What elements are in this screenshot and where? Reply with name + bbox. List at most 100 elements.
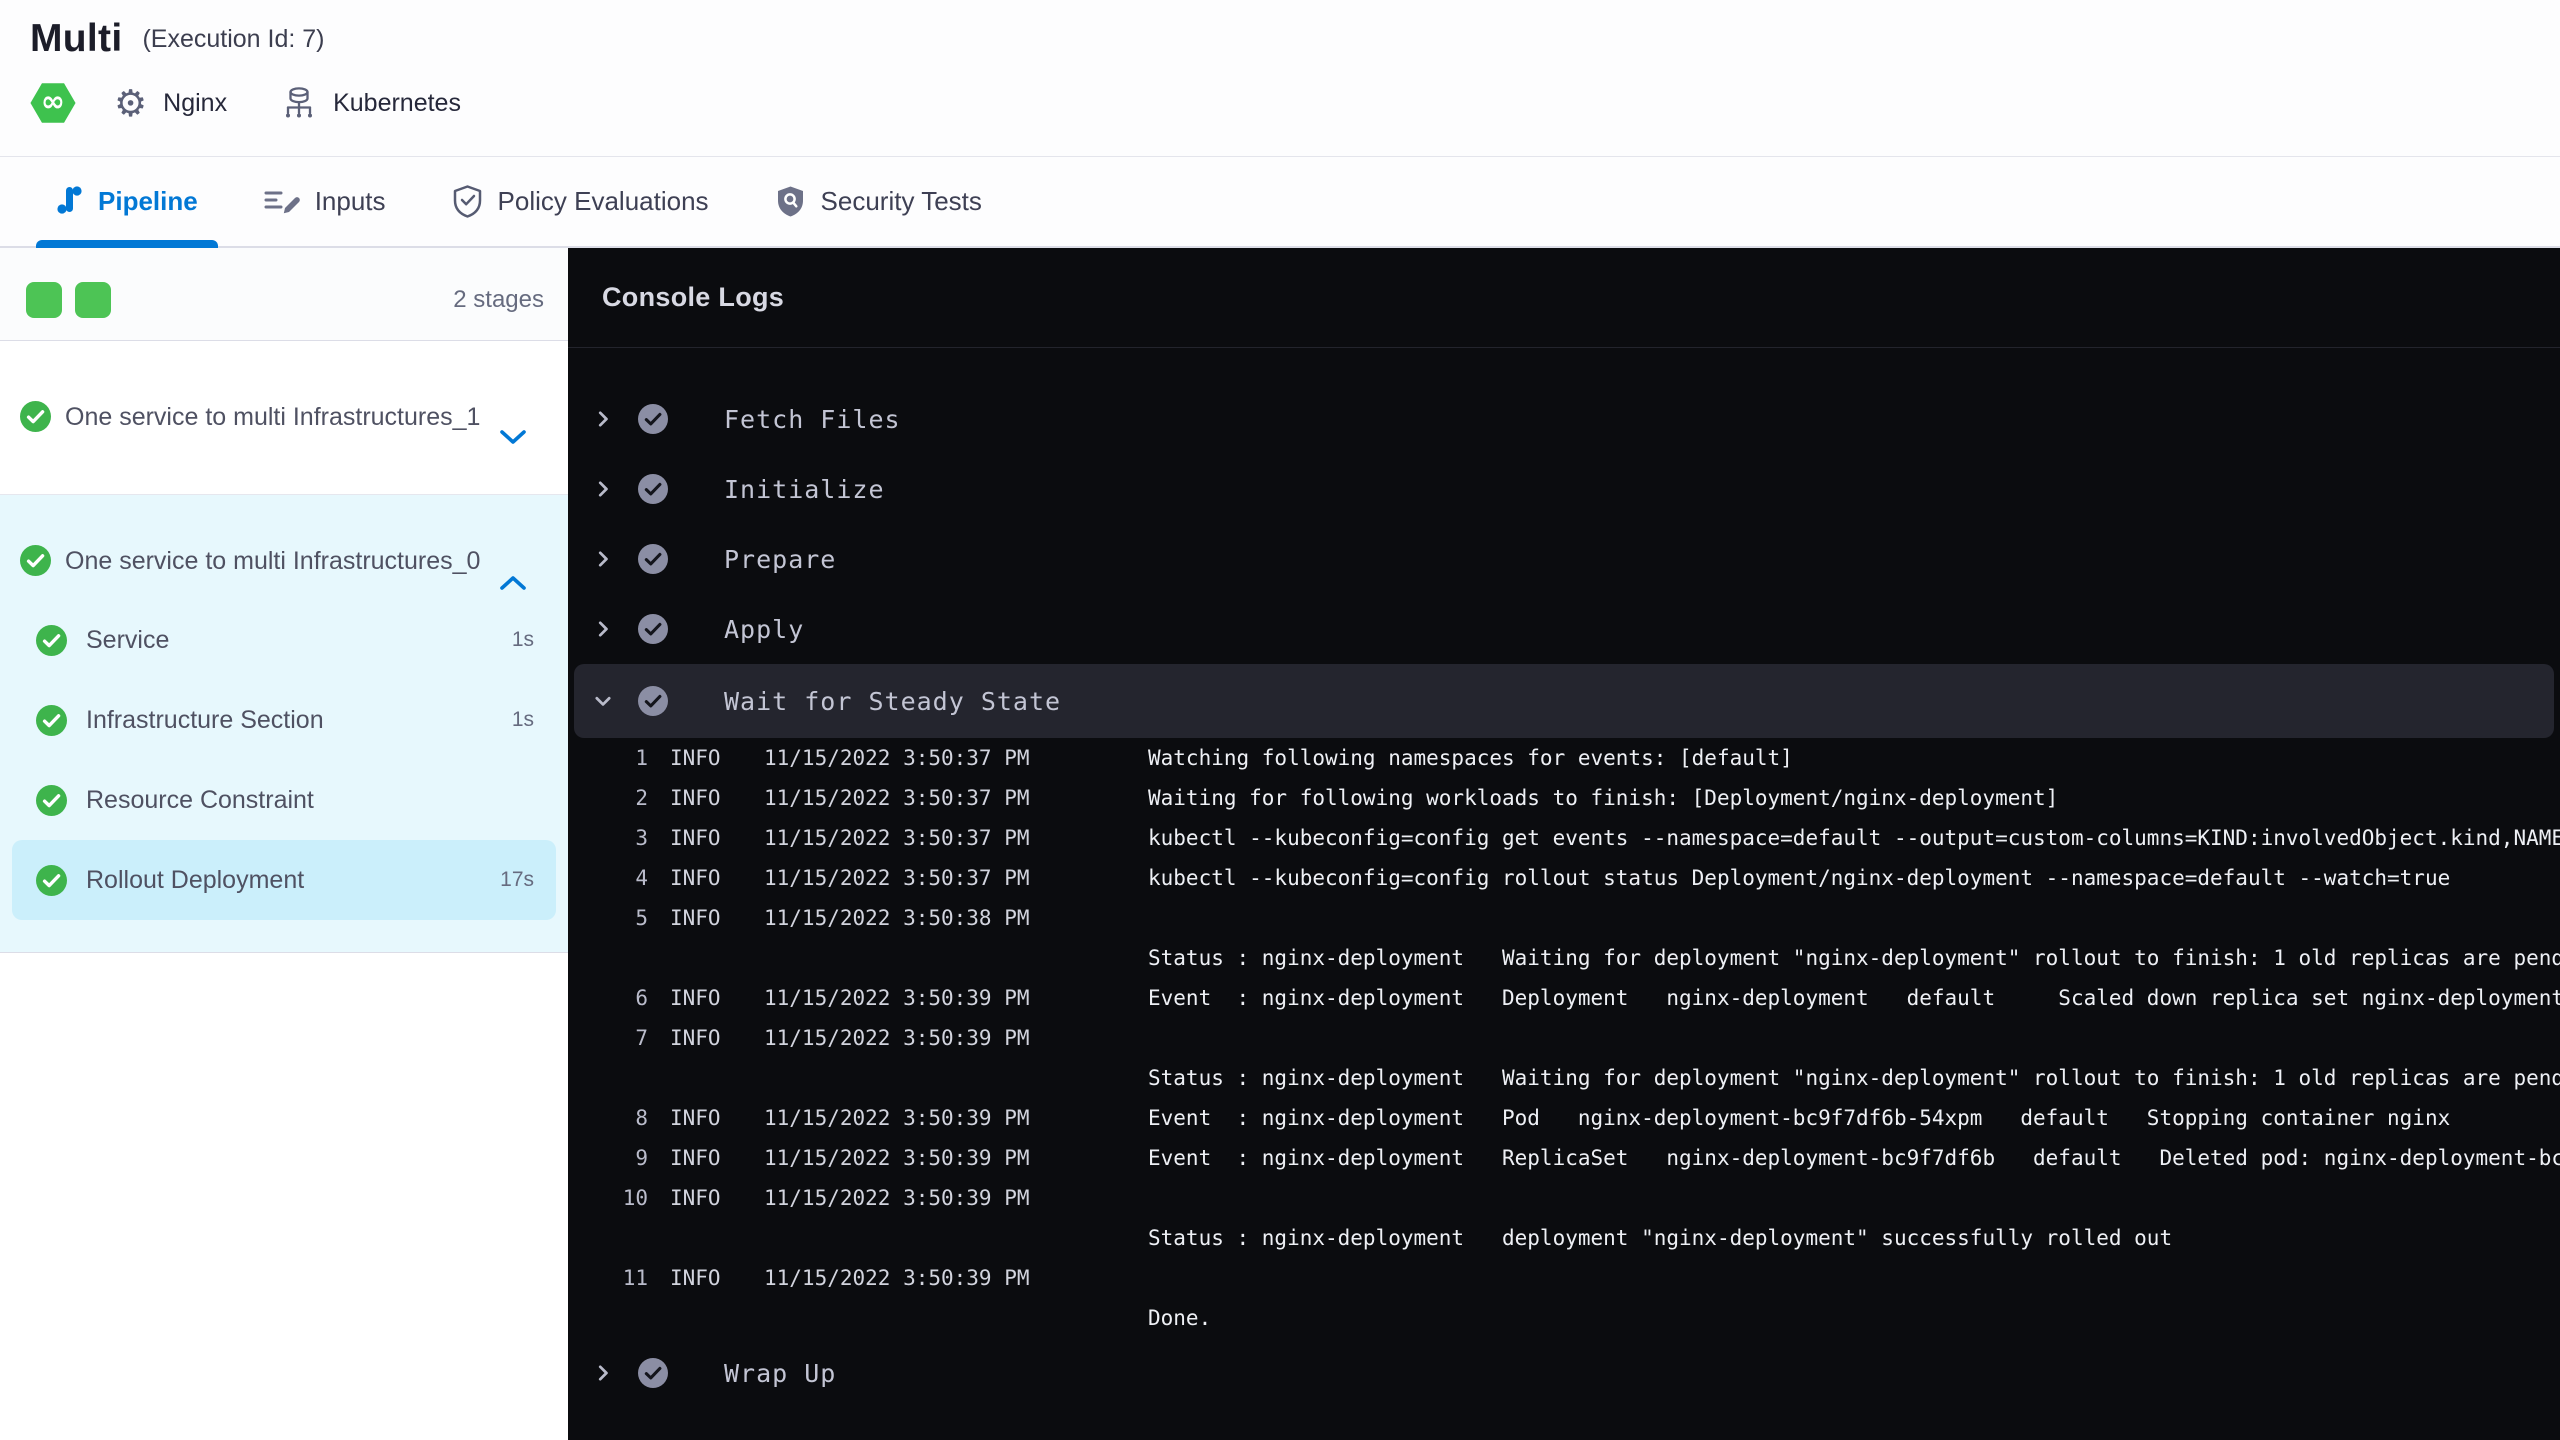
pipeline-icon [56,184,83,219]
console-logs-panel: Console Logs Fetch Files Initialize Prep… [568,248,2560,1440]
console-step-wrap-up[interactable]: Wrap Up [568,1338,2560,1408]
chevron-right-icon[interactable] [592,618,618,640]
step-name: Resource Constraint [86,785,314,814]
log-level [670,1298,732,1338]
log-level: INFO [670,866,721,890]
service-infra-row: ∞ ⚙ Nginx Kubernetes [30,80,2560,126]
log-line-number: 6 [635,986,648,1010]
console-step-initialize[interactable]: Initialize [568,454,2560,524]
chevron-down-icon[interactable] [498,428,528,447]
console-step-fetch-files[interactable]: Fetch Files [568,384,2560,454]
log-message: Event : nginx-deployment Pod nginx-deplo… [1148,1106,2451,1130]
log-message: Status : nginx-deployment deployment "ng… [1148,1226,2173,1250]
log-line: 11 INFO 11/15/2022 3:50:39 PM [568,1258,2560,1298]
log-timestamp [764,1298,1148,1338]
log-line: 6 INFO 11/15/2022 3:50:39 PM Event : nginx-… [568,978,2560,1018]
log-timestamp: 11/15/2022 3:50:39 PM [764,1106,1030,1130]
main-area: 2 stages One service to multi Infrastruc… [0,248,2560,1440]
stage-list: One service to multi Infrastructures_1 O… [0,341,568,953]
console-step-prepare[interactable]: Prepare [568,524,2560,594]
log-line-number [568,1298,648,1338]
chevron-right-icon[interactable] [592,1362,618,1384]
log-level: INFO [670,746,721,770]
chevron-right-icon[interactable] [592,478,618,500]
console-step-apply[interactable]: Apply [568,594,2560,664]
chevron-up-icon[interactable] [498,573,528,592]
log-level: INFO [670,1266,721,1290]
log-timestamp: 11/15/2022 3:50:38 PM [764,906,1030,930]
stage-name: One service to multi Infrastructures_0 [65,547,481,575]
success-check-icon [20,545,51,576]
step-name: Infrastructure Section [86,705,324,734]
log-message [1148,1018,2560,1058]
console-step-wait-for-steady-state[interactable]: Wait for Steady State [574,664,2554,738]
log-level [670,938,732,978]
log-message: Status : nginx-deployment Waiting for de… [1148,1066,2560,1090]
gear-icon: ⚙ [114,81,148,125]
pipeline-execution-screen: Multi (Execution Id: 7) ∞ ⚙ Nginx Kubern [0,0,2560,1440]
stages-summary: 2 stages [0,248,568,341]
step-success-icon [638,1358,668,1388]
tab-label: Policy Evaluations [497,186,709,216]
log-line-number [568,938,648,978]
stage-status-squares [26,282,124,318]
page-title: Multi [30,17,123,60]
log-line-number: 1 [635,746,648,770]
stage-item-one-service-to-multi-infrastructures-0[interactable]: One service to multi Infrastructures_0 S… [0,495,568,953]
stage-status-square [26,282,62,318]
step-success-icon [638,474,668,504]
infrastructure-name[interactable]: Kubernetes [333,89,461,118]
log-level: INFO [670,1146,721,1170]
log-level: INFO [670,1186,721,1210]
log-line: 1 INFO 11/15/2022 3:50:37 PM Watching follo… [568,738,2560,778]
chevron-down-icon[interactable] [592,690,618,712]
log-level: INFO [670,1026,721,1050]
log-level [670,1218,732,1258]
log-line: 8 INFO 11/15/2022 3:50:39 PM Event : nginx-… [568,1098,2560,1138]
stage-item-one-service-to-multi-infrastructures-1[interactable]: One service to multi Infrastructures_1 [0,341,568,495]
log-line-number: 9 [635,1146,648,1170]
log-timestamp: 11/15/2022 3:50:37 PM [764,786,1030,810]
chevron-right-icon[interactable] [592,548,618,570]
tab-policy-evaluations[interactable]: Policy Evaluations [432,157,729,246]
service-name[interactable]: Nginx [163,89,227,118]
execution-tabbar: Pipeline Inputs Policy Evaluations Secur… [0,157,2560,248]
tab-inputs[interactable]: Inputs [244,157,406,246]
log-line: 7 INFO 11/15/2022 3:50:39 PM [568,1018,2560,1058]
log-line: 2 INFO 11/15/2022 3:50:37 PM Waiting for fo… [568,778,2560,818]
step-row-rollout-deployment[interactable]: Rollout Deployment 17s [12,840,556,920]
success-check-icon [36,624,67,656]
execution-id: (Execution Id: 7) [142,24,325,53]
step-row-infrastructure-section[interactable]: Infrastructure Section 1s [12,680,556,760]
log-message [1148,1258,2560,1298]
tab-pipeline[interactable]: Pipeline [36,157,218,248]
step-row-resource-constraint[interactable]: Resource Constraint [12,760,556,840]
log-line: Status : nginx-deployment Waiting for de… [568,1058,2560,1098]
log-line: 9 INFO 11/15/2022 3:50:39 PM Event : nginx-… [568,1138,2560,1178]
tab-security-tests[interactable]: Security Tests [755,157,1002,246]
log-line-number: 5 [635,906,648,930]
log-timestamp [764,1218,1148,1258]
tab-label: Inputs [314,186,386,216]
stage-name: One service to multi Infrastructures_1 [65,403,481,431]
step-duration: 1s [511,628,534,651]
chevron-right-icon[interactable] [592,408,618,430]
log-line: 3 INFO 11/15/2022 3:50:37 PM kubectl --kube… [568,818,2560,858]
stage-head[interactable]: One service to multi Infrastructures_0 [0,543,568,590]
kubernetes-icon [281,84,317,122]
step-row-service[interactable]: Service 1s [12,600,556,680]
log-message: Done. [1148,1306,1212,1330]
log-line-number: 8 [635,1106,648,1130]
log-message: Event : nginx-deployment Deployment ngin… [1148,986,2560,1010]
log-timestamp: 11/15/2022 3:50:37 PM [764,866,1030,890]
log-level: INFO [670,986,721,1010]
log-line: Status : nginx-deployment deployment "ng… [568,1218,2560,1258]
console-body[interactable]: Fetch Files Initialize Prepare Apply Wai… [568,348,2560,1440]
log-timestamp: 11/15/2022 3:50:39 PM [764,1266,1030,1290]
harness-cd-icon: ∞ [30,83,76,123]
execution-header: Multi (Execution Id: 7) ∞ ⚙ Nginx Kubern [0,0,2560,157]
tab-label: Pipeline [98,186,198,216]
log-line: Status : nginx-deployment Waiting for de… [568,938,2560,978]
stage-count: 2 stages [453,286,544,313]
console-step-label: Wait for Steady State [724,686,1062,716]
